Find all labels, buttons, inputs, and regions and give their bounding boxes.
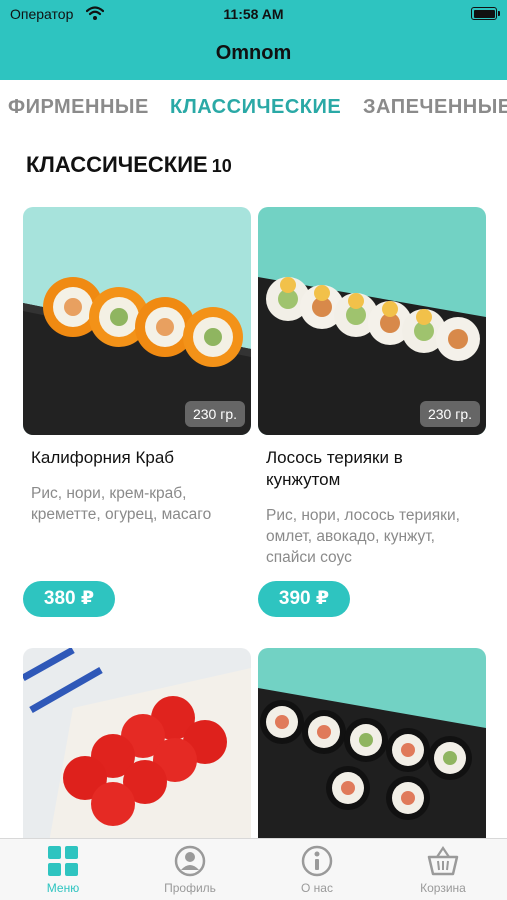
category-tabs: ФИРМЕННЫЕ КЛАССИЧЕСКИЕ ЗАПЕЧЕННЫЕ	[0, 80, 507, 132]
page-title: Omnom	[215, 42, 292, 64]
product-image-salmon-teriyaki[interactable]: 230 гр.	[258, 207, 486, 435]
tabbar-label: О нас	[301, 881, 333, 895]
price-button[interactable]: 390 ₽	[258, 581, 350, 617]
grid-icon	[48, 846, 78, 876]
product-description: Рис, нори, крем-краб, креметте, огурец, …	[31, 485, 212, 523]
weight-badge: 230 гр.	[419, 401, 480, 427]
product-image-california-crab[interactable]: 230 гр.	[23, 207, 251, 435]
price-button[interactable]: 380 ₽	[23, 581, 115, 617]
tab-zapechennye[interactable]: ЗАПЕЧЕННЫЕ	[363, 96, 507, 119]
section-title-text: КЛАССИЧЕСКИЕ	[26, 152, 208, 177]
bottom-tab-bar: Меню Профиль О нас Корзина	[0, 838, 507, 900]
tab-klassicheskie[interactable]: КЛАССИЧЕСКИЕ	[170, 96, 341, 119]
product-name: Калифорния Краб	[31, 448, 175, 467]
section-title: КЛАССИЧЕСКИЕ 10	[26, 152, 232, 178]
section-count: 10	[211, 156, 232, 176]
app-header: Оператор 11:58 AM Omnom	[0, 0, 507, 80]
tabbar-item-cart[interactable]: Корзина	[380, 845, 506, 895]
status-bar: Оператор 11:58 AM	[0, 0, 507, 30]
tab-firmennye[interactable]: ФИРМЕННЫЕ	[8, 96, 149, 119]
profile-icon	[174, 845, 206, 877]
product-name: Лосось терияки в кунжутом	[266, 448, 403, 489]
tabbar-item-profile[interactable]: Профиль	[127, 845, 253, 895]
product-description: Рис, нори, лосось терияки, омлет, авокад…	[266, 507, 460, 566]
tabbar-item-menu[interactable]: Меню	[0, 845, 126, 895]
tabbar-label: Корзина	[420, 881, 466, 895]
battery-icon	[471, 7, 500, 20]
info-icon	[301, 845, 333, 877]
tabbar-label: Профиль	[164, 881, 216, 895]
weight-badge: 230 гр.	[184, 401, 245, 427]
tabbar-label: Меню	[46, 881, 80, 895]
clock: 11:58 AM	[223, 6, 284, 22]
tabbar-item-about[interactable]: О нас	[254, 845, 380, 895]
basket-icon	[427, 846, 459, 876]
